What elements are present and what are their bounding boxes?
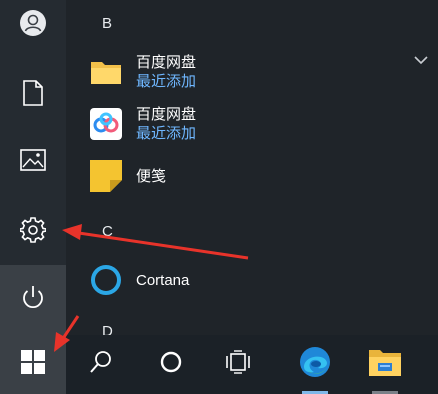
- folder-icon: [90, 56, 122, 88]
- section-header-b[interactable]: B: [102, 15, 112, 32]
- app-name: 便笺: [136, 167, 167, 185]
- recently-added-label: 最近添加: [136, 73, 197, 90]
- user-account-button[interactable]: [0, 2, 66, 48]
- document-icon: [22, 79, 44, 111]
- file-explorer-taskbar-button[interactable]: [352, 335, 418, 394]
- start-button[interactable]: [0, 335, 66, 394]
- taskbar: [0, 335, 438, 394]
- app-list: B 百度网盘 最近添加 百度网盘 最近添加 便笺 C Cortana D: [66, 0, 438, 340]
- task-view-button[interactable]: [205, 335, 271, 394]
- gear-icon: [19, 216, 47, 248]
- app-name: Cortana: [136, 271, 190, 289]
- pictures-icon: [20, 148, 46, 176]
- start-menu: B 百度网盘 最近添加 百度网盘 最近添加 便笺 C Cortana D: [0, 0, 438, 340]
- app-name: 百度网盘: [136, 54, 197, 71]
- pictures-button[interactable]: [0, 139, 66, 185]
- app-baidu-netdisk-folder[interactable]: 百度网盘 最近添加: [90, 50, 420, 94]
- app-baidu-netdisk[interactable]: 百度网盘 最近添加: [90, 102, 420, 146]
- start-rail: [0, 0, 66, 335]
- cortana-button[interactable]: [138, 335, 204, 394]
- section-header-c[interactable]: C: [102, 223, 113, 240]
- screen: B 百度网盘 最近添加 百度网盘 最近添加 便笺 C Cortana D: [0, 0, 438, 394]
- search-button[interactable]: [68, 335, 134, 394]
- cortana-icon: [90, 264, 122, 296]
- task-view-icon: [225, 350, 251, 379]
- windows-logo-icon: [21, 350, 45, 379]
- search-icon: [88, 349, 114, 380]
- cortana-circle-icon: [159, 350, 183, 379]
- settings-button[interactable]: [0, 209, 66, 255]
- edge-icon: [298, 345, 332, 384]
- file-explorer-icon: [368, 347, 402, 382]
- app-cortana[interactable]: Cortana: [90, 258, 420, 302]
- recently-added-label: 最近添加: [136, 125, 197, 142]
- app-sticky-notes[interactable]: 便笺: [90, 154, 420, 198]
- user-icon: [19, 9, 47, 42]
- power-button[interactable]: [0, 265, 66, 335]
- edge-taskbar-button[interactable]: [282, 335, 348, 394]
- app-name: 百度网盘: [136, 106, 197, 123]
- baidu-netdisk-icon: [90, 108, 122, 140]
- sticky-notes-icon: [90, 160, 122, 192]
- power-icon: [21, 285, 45, 316]
- documents-button[interactable]: [0, 72, 66, 118]
